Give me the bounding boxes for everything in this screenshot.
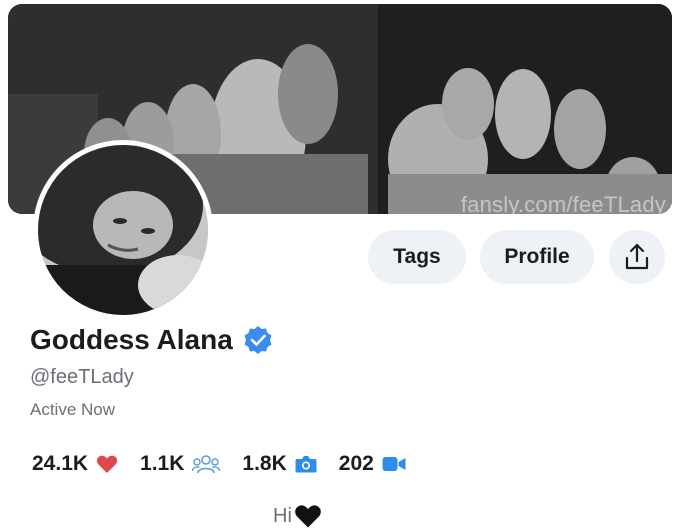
stat-videos[interactable]: 202 [339,452,406,476]
tags-button[interactable]: Tags [368,230,466,284]
share-button[interactable] [609,230,665,284]
banner-watermark: fansly.com/feeTLady [460,192,666,214]
stat-likes[interactable]: 24.1K [32,452,118,476]
verified-badge-icon [244,326,272,354]
video-icon [382,457,406,471]
stat-videos-value: 202 [338,452,374,475]
stat-likes-value: 24.1K [32,452,89,475]
profile-stats: 24.1K 1.1K 1.8K 202 [32,452,428,476]
profile-bio: Hi [273,503,322,529]
profile-name: Goddess Alana [30,324,233,355]
avatar-image [38,145,208,315]
followers-icon [192,455,221,474]
stat-followers[interactable]: 1.1K [140,452,221,476]
avatar[interactable] [33,140,213,320]
profile-handle: @feeTLady [30,366,134,388]
profile-name-row: Goddess Alana [30,324,273,356]
black-heart-icon [295,505,321,528]
stat-photos[interactable]: 1.8K [242,452,317,476]
heart-icon [96,455,118,473]
share-icon [625,243,649,270]
profile-button-label: Profile [504,245,570,268]
stat-followers-value: 1.1K [140,452,185,475]
camera-icon [295,456,317,473]
profile-button[interactable]: Profile [480,230,594,284]
tags-button-label: Tags [393,245,441,268]
stat-photos-value: 1.8K [242,452,287,475]
profile-bio-text: Hi [273,504,292,527]
profile-status: Active Now [30,400,116,419]
